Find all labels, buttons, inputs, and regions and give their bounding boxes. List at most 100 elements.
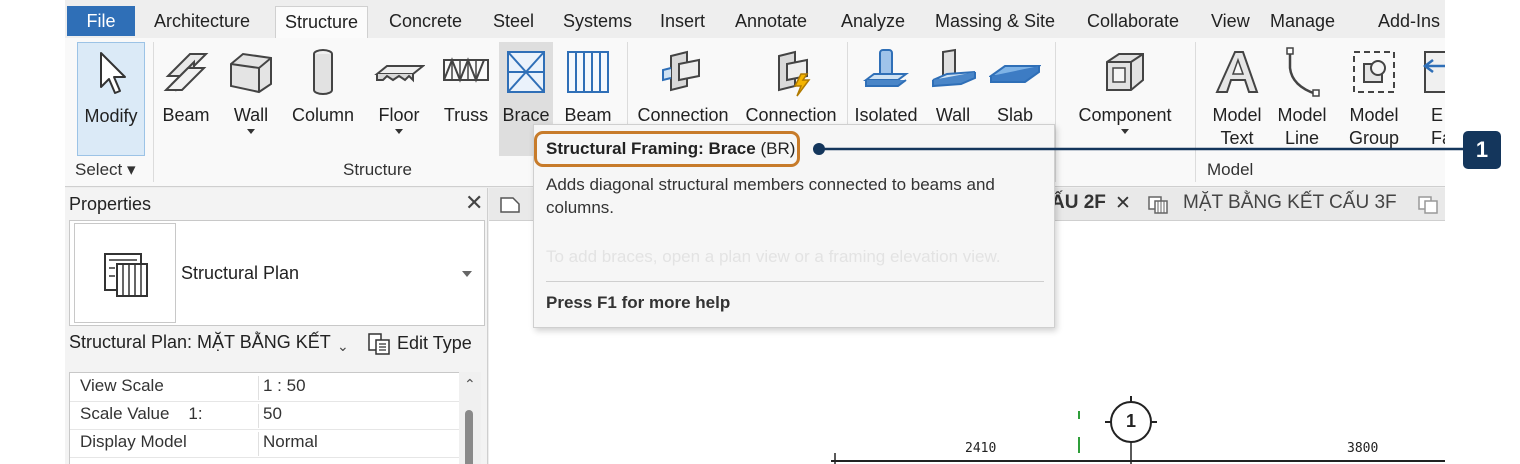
tab-architecture[interactable]: Architecture: [145, 6, 259, 38]
wall-label: Wall: [233, 105, 269, 125]
structure-group-label: Structure: [343, 160, 412, 179]
panel-divider: [153, 42, 154, 182]
floor-button[interactable]: Floor: [367, 42, 431, 156]
plan-view-icon: [1418, 196, 1438, 214]
tab-steel[interactable]: Steel: [484, 6, 543, 38]
wall-icon: [230, 52, 272, 94]
tooltip-help: Press F1 for more help: [546, 293, 731, 312]
scrollbar-thumb[interactable]: [465, 410, 473, 464]
model-group-line1: Model: [1349, 105, 1399, 125]
properties-grid: View Scale 1 : 50 Scale Value 1: 50 Disp…: [69, 372, 463, 464]
property-value[interactable]: Normal: [258, 432, 318, 456]
close-icon[interactable]: ✕: [465, 190, 483, 216]
column-button[interactable]: Column: [287, 42, 359, 156]
ribbon-tab-bar: File Architecture Structure Concrete Ste…: [65, 0, 1445, 39]
callout-highlight-box: [534, 131, 800, 167]
model-line-button[interactable]: Model Line: [1271, 42, 1333, 156]
property-value[interactable]: 1 : 50: [258, 376, 306, 400]
model-group-label-text: Model: [1207, 160, 1254, 179]
model-line-line2: Line: [1284, 128, 1320, 148]
tab-view[interactable]: View: [1202, 6, 1259, 38]
property-row[interactable]: View Scale 1 : 50: [70, 373, 462, 402]
document-icon: [500, 197, 520, 213]
chevron-down-icon[interactable]: [1121, 129, 1129, 134]
truss-icon: [443, 57, 489, 83]
component-label: Component: [1078, 105, 1172, 125]
model-group-label: Model Group: [1339, 104, 1409, 150]
extra-tool-button[interactable]: E Fa: [1415, 42, 1445, 156]
edit-type-button[interactable]: Edit Type: [367, 332, 472, 356]
truss-button[interactable]: Truss: [437, 42, 495, 156]
cursor-arrow-icon: [100, 52, 126, 94]
instance-selector[interactable]: Structural Plan: MẶT BẰNG KẾT: [69, 332, 331, 353]
model-group-line2: Group: [1348, 128, 1400, 148]
property-key: View Scale: [80, 376, 164, 395]
property-row[interactable]: Display Model Normal: [70, 429, 462, 458]
tab-add-ins[interactable]: Add-Ins: [1369, 6, 1445, 38]
callout-number-badge: 1: [1463, 131, 1501, 169]
property-row[interactable]: Scale Value 1: 50: [70, 401, 462, 430]
panel-divider: [1055, 42, 1056, 182]
type-selector[interactable]: Structural Plan: [69, 220, 485, 326]
tab-analyze[interactable]: Analyze: [832, 6, 914, 38]
model-group-button[interactable]: Model Group: [1339, 42, 1409, 156]
model-group-icon: [1353, 51, 1395, 93]
tab-structure[interactable]: Structure: [275, 6, 369, 39]
wall-button[interactable]: Wall: [221, 42, 281, 156]
floor-icon: [374, 65, 425, 83]
chevron-down-icon[interactable]: [462, 271, 472, 277]
modify-button[interactable]: Modify: [77, 42, 145, 156]
tooltip-hint: To add braces, open a plan view or a fra…: [546, 247, 1001, 266]
dimension-text: 2410: [965, 441, 997, 456]
model-text-button[interactable]: Model Text: [1205, 42, 1269, 156]
view-tab-3f[interactable]: MẶT BẰNG KẾT CẤU 3F: [1183, 192, 1397, 214]
connection-automation-icon: [778, 50, 811, 97]
dimension-text: 3800: [1347, 441, 1379, 456]
tab-insert[interactable]: Insert: [651, 6, 714, 38]
tab-file[interactable]: File: [67, 6, 135, 36]
plan-view-icon: [1148, 196, 1168, 214]
structural-plan-thumbnail: [74, 223, 176, 323]
view-tab-2f[interactable]: ẤU 2F: [1051, 192, 1106, 214]
close-icon[interactable]: ✕: [1115, 192, 1131, 215]
select-dropdown[interactable]: Select ▾: [75, 160, 136, 180]
opening-icon: [1422, 51, 1445, 93]
component-icon: [1106, 53, 1144, 91]
model-line-icon: [1286, 47, 1320, 97]
panel-divider: [1195, 42, 1196, 182]
property-key: Display Model: [80, 432, 187, 451]
tab-manage[interactable]: Manage: [1261, 6, 1344, 38]
beam-button[interactable]: Beam: [157, 42, 215, 156]
modify-label: Modify: [84, 106, 138, 126]
tab-annotate[interactable]: Annotate: [726, 6, 816, 38]
tab-systems[interactable]: Systems: [554, 6, 641, 38]
beam-system-icon: [567, 51, 609, 93]
tab-massing-site[interactable]: Massing & Site: [926, 6, 1064, 38]
component-button[interactable]: Component: [1069, 42, 1181, 156]
properties-scrollbar[interactable]: ⌃: [459, 372, 481, 464]
properties-title: Properties: [69, 194, 152, 214]
tab-concrete[interactable]: Concrete: [380, 6, 471, 38]
wall-footing-icon: [932, 48, 976, 88]
model-text-line2: Text: [1220, 128, 1254, 148]
chevron-down-icon[interactable]: [247, 129, 255, 134]
truss-label: Truss: [443, 105, 489, 125]
tab-collaborate[interactable]: Collaborate: [1078, 6, 1188, 38]
extra-tool-label: E Fa: [1431, 104, 1445, 150]
properties-palette: Properties ✕ Structural Plan Structural …: [65, 188, 488, 464]
grid-label: 1: [1125, 411, 1136, 431]
extra-tool-line1: E: [1431, 105, 1444, 125]
property-value[interactable]: 50: [258, 404, 282, 428]
chevron-up-icon[interactable]: ⌃: [464, 376, 476, 393]
tooltip-description: Adds diagonal structural members connect…: [546, 175, 995, 217]
brace-icon: [507, 51, 545, 93]
model-text-label: Model Text: [1205, 104, 1269, 150]
edit-type-icon: [368, 333, 390, 355]
plan-view-icon: [104, 253, 148, 297]
isolated-footing-icon: [863, 49, 909, 87]
model-text-icon: [1215, 51, 1259, 93]
chevron-down-icon[interactable]: [395, 129, 403, 134]
slab-icon: [989, 65, 1041, 83]
property-key: Scale Value 1:: [80, 404, 203, 423]
chevron-down-icon[interactable]: ⌄: [337, 338, 349, 355]
